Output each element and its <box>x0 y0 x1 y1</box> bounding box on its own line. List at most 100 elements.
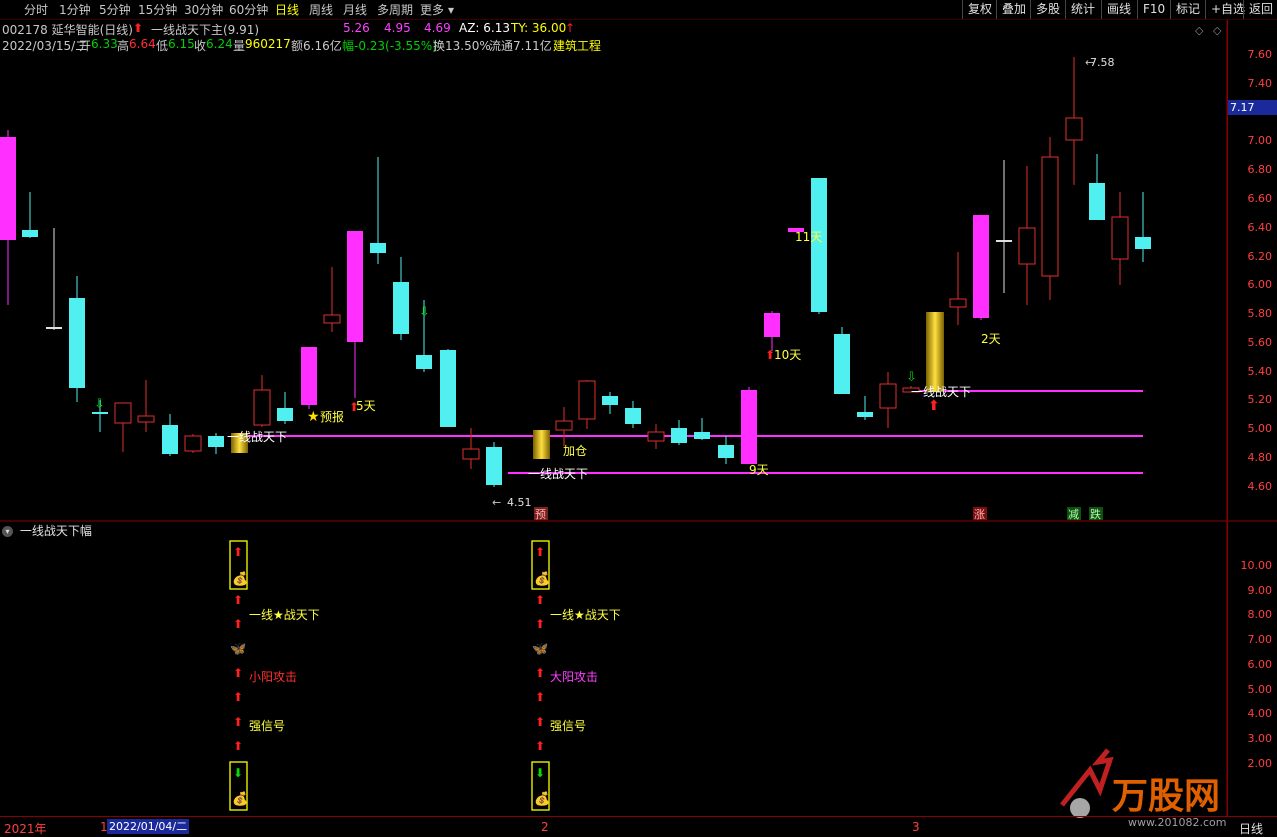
up-arrow-icon: ⬆ <box>233 690 243 704</box>
price-tick: 5.60 <box>1247 336 1273 349</box>
days-label-10: 10天 <box>774 348 801 362</box>
days-label-2: 2天 <box>981 332 1001 346</box>
sub-label-attack-left: 小阳攻击 <box>249 670 297 684</box>
down-arrow-icon: ⇩ <box>906 370 917 385</box>
sub-panel-title: 一线战天下幅 <box>19 524 92 538</box>
tag-jian: 减 <box>1068 508 1079 521</box>
up-arrow-icon: ⬆ <box>928 398 940 414</box>
gold-signal-bar <box>926 312 944 392</box>
low-price-mark: ← <box>492 496 501 509</box>
candle-body <box>1041 156 1059 277</box>
butterfly-icon: 🦋 <box>230 642 246 657</box>
price-tick: 4.60 <box>1247 480 1273 493</box>
candle-body <box>973 215 989 318</box>
price-tick: 6.20 <box>1247 250 1273 263</box>
candle-body <box>393 282 409 334</box>
up-arrow-icon: ⬆ <box>535 593 545 607</box>
up-arrow-icon: ⬆ <box>535 739 545 753</box>
kline-chart[interactable]: ◇ ◇ ⇩ ⇩ ⇩ ⬆ ⬆ ⬆ ★ ← 7.58 ← 4.51 一线战天下 一线… <box>0 0 1277 836</box>
cursor-date: 2022/01/04/二 <box>107 819 190 834</box>
candle-body <box>22 230 38 237</box>
up-arrow-icon: ⬆ <box>535 690 545 704</box>
price-tick: 7.00 <box>1247 134 1273 147</box>
price-tick: 6.40 <box>1247 221 1273 234</box>
candle-body <box>46 327 62 329</box>
butterfly-icon: 🦋 <box>532 642 548 657</box>
up-arrow-icon: ⬆ <box>233 617 243 631</box>
sub-tick: 10.00 <box>1240 559 1273 572</box>
star-icon: ★ <box>307 409 320 425</box>
up-arrow-icon: ⬆ <box>535 666 545 680</box>
candle-body <box>416 355 432 369</box>
money-bag-icon: 💰 <box>232 571 248 587</box>
candle-body <box>1135 237 1151 249</box>
current-price-badge: 7.17 <box>1228 100 1277 115</box>
diamond-icon[interactable]: ◇ <box>1213 24 1222 37</box>
candle-body <box>277 408 293 421</box>
candle-body <box>741 390 757 464</box>
candle-body <box>718 445 734 458</box>
price-tick: 7.60 <box>1247 48 1273 61</box>
candle-body <box>996 240 1012 242</box>
sub-tick: 2.00 <box>1247 757 1273 770</box>
candle-body <box>486 447 502 485</box>
price-tick: 5.00 <box>1247 422 1273 435</box>
sub-label-line-star-left: 一线★战天下 <box>249 608 320 622</box>
sub-tick: 6.00 <box>1247 658 1273 671</box>
date-bar: 2021年 1 2022/01/04/二 2 3 日线 <box>0 816 1277 837</box>
days-label-5: 5天 <box>356 399 376 413</box>
candle-body <box>440 350 456 427</box>
candle-body <box>857 412 873 417</box>
up-arrow-icon: ⬆ <box>535 545 545 559</box>
down-arrow-icon: ⇩ <box>419 305 430 320</box>
sub-label-attack-right: 大阳攻击 <box>550 670 598 684</box>
candle-body <box>114 402 132 424</box>
candle-body <box>253 389 271 426</box>
candle-body <box>1018 227 1036 265</box>
period-indicator: 日线 <box>1239 822 1264 836</box>
sub-tick: 7.00 <box>1247 633 1273 646</box>
price-tick: 4.80 <box>1247 451 1273 464</box>
line-label-3: 一线战天下 <box>911 385 971 399</box>
candle-body <box>208 436 224 447</box>
low-price-mark-value: 4.51 <box>507 496 532 509</box>
sub-panel-axis: 10.00 9.00 8.00 7.00 6.00 5.00 4.00 3.00… <box>1227 522 1277 816</box>
forecast-label: 预报 <box>320 409 344 424</box>
add-position-label: 加仓 <box>563 444 587 458</box>
tag-zhang: 涨 <box>974 508 985 521</box>
sub-tick: 8.00 <box>1247 608 1273 621</box>
line-label-1: 一线战天下 <box>227 430 287 444</box>
sub-label-line-star-right: 一线★战天下 <box>550 608 621 622</box>
price-axis: 7.60 7.40 7.17 7.00 6.80 6.60 6.40 6.20 … <box>1227 20 1277 520</box>
candle-body <box>323 314 341 324</box>
candle-body <box>370 243 386 253</box>
candle-body <box>879 383 897 409</box>
candle-body <box>625 408 641 424</box>
sub-label-strong-left: 强信号 <box>249 719 285 733</box>
year-label: 2021年 <box>4 822 47 836</box>
candle-body <box>834 334 850 394</box>
up-arrow-icon: ⬆ <box>233 666 243 680</box>
money-bag-icon: 💰 <box>232 791 248 807</box>
month-label-3: 3 <box>912 820 920 834</box>
candles <box>0 57 1151 487</box>
watermark-brand: 万股网 <box>1112 776 1220 817</box>
signal-column-right: ⬆ 💰 ⬆ ⬆ 🦋 ⬆ ⬆ ⬆ ⬆ ⬇ 💰 <box>531 540 550 811</box>
month-label-2: 2 <box>541 820 549 834</box>
down-arrow-icon: ⬇ <box>233 766 243 780</box>
sub-label-strong-right: 强信号 <box>550 719 586 733</box>
line-label-2: 一线战天下 <box>528 467 588 481</box>
chevron-down-icon[interactable]: ▾ <box>2 526 13 537</box>
sub-tick: 3.00 <box>1247 732 1273 745</box>
candle-body <box>184 435 202 452</box>
gold-signal-bar <box>533 430 550 459</box>
money-bag-icon: 💰 <box>534 791 550 807</box>
candle-body <box>602 396 618 405</box>
candle-body <box>811 178 827 312</box>
sub-tick: 9.00 <box>1247 584 1273 597</box>
price-tick: 6.00 <box>1247 278 1273 291</box>
up-arrow-icon: ⬆ <box>233 739 243 753</box>
price-tick: 5.20 <box>1247 393 1273 406</box>
diamond-icon[interactable]: ◇ <box>1195 24 1204 37</box>
candle-body <box>1089 183 1105 220</box>
